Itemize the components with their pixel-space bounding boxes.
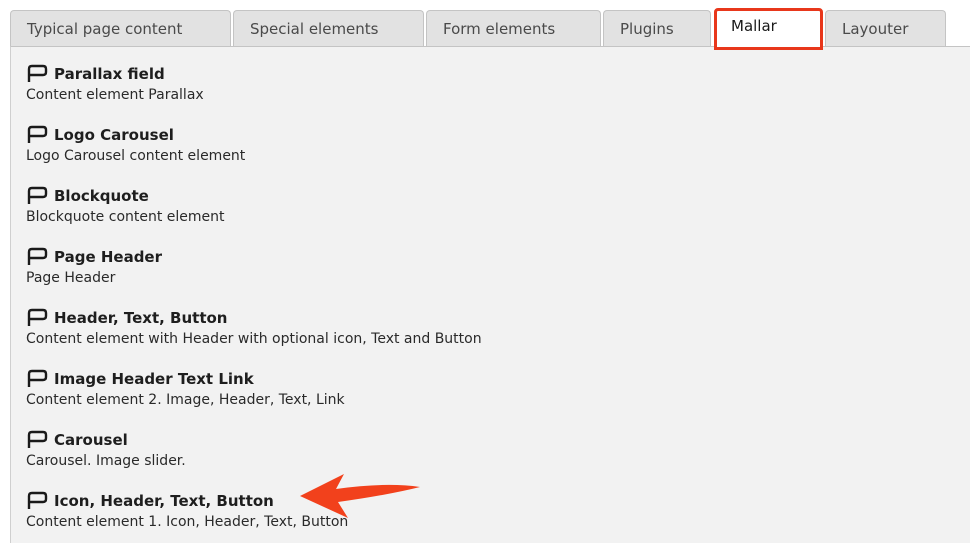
tab-mallar[interactable]: Mallar	[714, 8, 823, 50]
item-description: Content element with Header with optiona…	[26, 331, 482, 347]
content-element-image-header-text-link[interactable]: Image Header Text Link Content element 2…	[26, 368, 345, 408]
item-title: Logo Carousel	[54, 126, 174, 144]
tab-plugins[interactable]: Plugins	[603, 10, 711, 46]
content-element-logo-carousel[interactable]: Logo Carousel Logo Carousel content elem…	[26, 124, 245, 164]
content-element-icon	[27, 491, 48, 509]
item-description: Content element Parallax	[26, 87, 204, 103]
item-description: Logo Carousel content element	[26, 148, 246, 164]
content-element-icon	[27, 308, 48, 326]
content-element-icon	[27, 369, 48, 387]
tab-special-elements[interactable]: Special elements	[233, 10, 424, 46]
content-element-carousel[interactable]: Carousel Carousel. Image slider.	[26, 429, 186, 469]
tab-form-elements[interactable]: Form elements	[426, 10, 601, 46]
content-element-icon	[27, 125, 48, 143]
item-title: Blockquote	[54, 187, 149, 205]
content-element-parallax-field[interactable]: Parallax field Content element Parallax	[26, 63, 204, 103]
tab-layouter[interactable]: Layouter	[825, 10, 946, 46]
content-element-icon	[27, 186, 48, 204]
content-element-header-text-button[interactable]: Header, Text, Button Content element wit…	[26, 307, 482, 347]
content-elements-panel: Parallax field Content element Parallax …	[10, 46, 970, 543]
content-element-page-header[interactable]: Page Header Page Header	[26, 246, 162, 286]
content-element-blockquote[interactable]: Blockquote Blockquote content element	[26, 185, 225, 225]
item-description: Carousel. Image slider.	[26, 453, 186, 469]
item-title: Image Header Text Link	[54, 370, 254, 388]
item-title: Parallax field	[54, 65, 165, 83]
item-description: Content element 2. Image, Header, Text, …	[26, 392, 345, 408]
tab-typical-page-content[interactable]: Typical page content	[10, 10, 231, 46]
content-element-icon	[27, 247, 48, 265]
item-title: Icon, Header, Text, Button	[54, 492, 274, 510]
content-element-icon	[27, 64, 48, 82]
item-description: Page Header	[26, 270, 116, 286]
annotation-arrow-icon	[300, 474, 420, 518]
item-title: Carousel	[54, 431, 128, 449]
item-title: Page Header	[54, 248, 163, 266]
item-title: Header, Text, Button	[54, 309, 228, 327]
item-description: Blockquote content element	[26, 209, 225, 225]
tab-bar: Typical page content Special elements Fo…	[0, 0, 970, 50]
content-element-icon	[27, 430, 48, 448]
